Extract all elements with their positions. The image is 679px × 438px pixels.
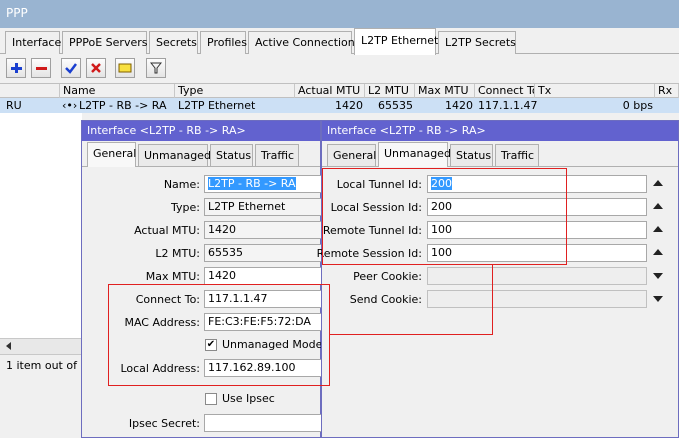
expand-up-icon[interactable] xyxy=(653,249,663,255)
l2-mtu-field: 65535 xyxy=(204,244,324,262)
tab-traffic[interactable]: Traffic xyxy=(255,144,299,166)
horizontal-scrollbar[interactable] xyxy=(0,338,82,354)
row-actual-mtu: 1420 xyxy=(335,99,363,112)
row-l2-mtu: 65535 xyxy=(378,99,413,112)
highlight-box-ids xyxy=(322,168,567,265)
row-flags: RU xyxy=(6,99,22,112)
filter-icon xyxy=(150,62,162,74)
name-value: L2TP - RB -> RA xyxy=(208,177,296,190)
col-tx[interactable]: Tx xyxy=(535,84,655,98)
x-icon xyxy=(91,63,101,73)
row-type: L2TP Ethernet xyxy=(178,99,256,112)
col-flags xyxy=(0,84,60,98)
remove-button[interactable] xyxy=(31,58,51,78)
table-row[interactable]: RU ‹•› L2TP - RB -> RA L2TP Ethernet 142… xyxy=(0,98,679,113)
col-actual-mtu[interactable]: Actual MTU xyxy=(295,84,365,98)
tab-status[interactable]: Status xyxy=(210,144,253,166)
tab-general[interactable]: General xyxy=(87,142,136,167)
row-interface-icon: ‹•› xyxy=(62,99,78,112)
list-area xyxy=(0,113,82,338)
tab-divider xyxy=(322,166,678,167)
tab-general[interactable]: General xyxy=(327,144,376,166)
tab-profiles[interactable]: Profiles xyxy=(200,31,247,54)
use-ipsec-label: Use Ipsec xyxy=(222,392,275,405)
tab-active-connections[interactable]: Active Connections xyxy=(248,31,361,54)
row-tx: 0 bps xyxy=(622,99,653,112)
expand-up-icon[interactable] xyxy=(653,226,663,232)
checkmark-icon xyxy=(65,63,77,74)
max-mtu-label: Max MTU: xyxy=(145,270,200,283)
comment-icon xyxy=(118,63,132,73)
minus-icon xyxy=(36,67,47,70)
expand-down-icon[interactable] xyxy=(653,273,663,279)
name-field[interactable]: L2TP - RB -> RA xyxy=(204,175,324,193)
comment-button[interactable] xyxy=(115,58,135,78)
ipsec-secret-label: Ipsec Secret: xyxy=(128,417,200,430)
tab-traffic[interactable]: Traffic xyxy=(495,144,539,166)
expand-up-icon[interactable] xyxy=(653,203,663,209)
scroll-left-icon[interactable] xyxy=(6,342,11,350)
toolbar xyxy=(0,55,679,83)
tab-bar: Interface PPPoE Servers Secrets Profiles… xyxy=(0,28,679,55)
use-ipsec-checkbox[interactable] xyxy=(205,393,217,405)
expand-up-icon[interactable] xyxy=(653,180,663,186)
col-type[interactable]: Type xyxy=(175,84,295,98)
actual-mtu-label: Actual MTU: xyxy=(134,224,200,237)
interface-dialog-general: Interface <L2TP - RB -> RA> General Unma… xyxy=(81,120,324,438)
tab-l2tp-ethernet[interactable]: L2TP Ethernet xyxy=(354,28,438,55)
col-max-mtu[interactable]: Max MTU xyxy=(415,84,475,98)
col-l2-mtu[interactable]: L2 MTU xyxy=(365,84,415,98)
dialog-title: Interface <L2TP - RB -> RA> xyxy=(82,121,320,141)
status-bar: 1 item out of 14 xyxy=(0,354,82,376)
col-name[interactable]: Name xyxy=(60,84,175,98)
col-rx[interactable]: Rx xyxy=(655,84,679,98)
tab-unmanaged[interactable]: Unmanaged xyxy=(378,142,451,167)
row-name: L2TP - RB -> RA xyxy=(79,99,167,112)
table-header: Name Type Actual MTU L2 MTU Max MTU Conn… xyxy=(0,83,679,98)
type-field: L2TP Ethernet xyxy=(204,198,324,216)
add-button[interactable] xyxy=(6,58,26,78)
row-max-mtu: 1420 xyxy=(445,99,473,112)
expand-down-icon[interactable] xyxy=(653,296,663,302)
max-mtu-field[interactable]: 1420 xyxy=(204,267,324,285)
disable-button[interactable] xyxy=(86,58,106,78)
plus-icon xyxy=(11,63,22,73)
l2-mtu-label: L2 MTU: xyxy=(155,247,200,260)
filter-button[interactable] xyxy=(146,58,166,78)
tab-secrets[interactable]: Secrets xyxy=(149,31,198,54)
enable-button[interactable] xyxy=(61,58,81,78)
tab-interface[interactable]: Interface xyxy=(5,31,61,54)
tab-status[interactable]: Status xyxy=(450,144,493,166)
dialog-title: Interface <L2TP - RB -> RA> xyxy=(322,121,678,141)
name-label: Name: xyxy=(163,178,200,191)
tab-pppoe-servers[interactable]: PPPoE Servers xyxy=(62,31,148,54)
highlight-box-general xyxy=(108,284,330,386)
window-title: PPP xyxy=(0,0,679,28)
highlight-box-connector xyxy=(330,265,493,335)
type-label: Type: xyxy=(171,201,200,214)
row-connect-to: 117.1.1.47 xyxy=(478,99,538,112)
ipsec-secret-field[interactable] xyxy=(204,414,324,432)
col-connect-to[interactable]: Connect To xyxy=(475,84,535,98)
actual-mtu-field: 1420 xyxy=(204,221,324,239)
tab-l2tp-secrets[interactable]: L2TP Secrets xyxy=(438,31,516,54)
tab-unmanaged[interactable]: Unmanaged xyxy=(138,144,211,166)
